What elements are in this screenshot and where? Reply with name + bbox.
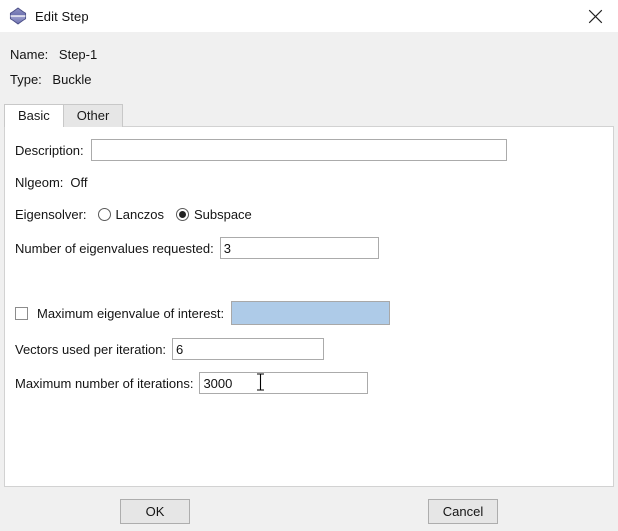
radio-subspace-icon[interactable] [175, 208, 189, 221]
nlgeom-label: Nlgeom: [15, 175, 64, 190]
radio-subspace-label: Subspace [193, 207, 252, 222]
window-title: Edit Step [35, 8, 89, 24]
tab-other[interactable]: Other [62, 104, 124, 127]
max-eigenvalue-row: Maximum eigenvalue of interest: [15, 301, 391, 325]
num-eigenvalues-row: Number of eigenvalues requested: [15, 237, 379, 259]
step-name-row: Name: Step-1 [10, 42, 610, 67]
vectors-row: Vectors used per iteration: [15, 338, 325, 360]
num-eigenvalues-input[interactable] [219, 237, 379, 259]
ok-button[interactable]: OK [120, 499, 190, 524]
vectors-input[interactable] [172, 338, 325, 360]
nlgeom-value: Off [70, 175, 88, 190]
close-icon[interactable] [572, 0, 618, 32]
description-label: Description: [15, 142, 84, 158]
eigensolver-label: Eigensolver: [15, 207, 87, 222]
tab-strip: Basic Other [4, 103, 124, 127]
step-type-value: Buckle [52, 72, 92, 87]
step-type-label: Type: [10, 72, 42, 87]
max-eigenvalue-input[interactable] [231, 301, 391, 325]
step-summary: Name: Step-1 Type: Buckle [10, 42, 610, 92]
max-eigenvalue-label: Maximum eigenvalue of interest: [37, 305, 225, 321]
max-iterations-label: Maximum number of iterations: [15, 375, 194, 391]
num-eigenvalues-label: Number of eigenvalues requested: [15, 240, 214, 256]
description-row: Description: [15, 139, 507, 161]
radio-lanczos-icon[interactable] [97, 208, 111, 221]
step-type-row: Type: Buckle [10, 67, 610, 92]
radio-lanczos-label: Lanczos [115, 207, 164, 222]
eigensolver-row: Eigensolver: Lanczos Subspace [15, 207, 252, 222]
tab-basic[interactable]: Basic [4, 104, 64, 127]
vectors-label: Vectors used per iteration: [15, 341, 167, 357]
dialog-footer: OK Cancel [0, 487, 618, 531]
step-icon [8, 6, 28, 26]
step-name-label: Name: [10, 47, 49, 62]
basic-tab-panel: Description: Nlgeom: Off Eigensolver: La… [4, 126, 614, 487]
nlgeom-row: Nlgeom: Off [15, 175, 88, 190]
max-iterations-input[interactable] [199, 372, 369, 394]
cancel-button[interactable]: Cancel [428, 499, 498, 524]
description-input[interactable] [90, 139, 507, 161]
title-bar: Edit Step [0, 0, 618, 32]
max-iterations-row: Maximum number of iterations: [15, 372, 369, 394]
step-name-value: Step-1 [58, 47, 98, 62]
eigensolver-option-lanczos[interactable]: Lanczos [97, 207, 164, 222]
max-eigenvalue-checkbox[interactable] [15, 306, 28, 320]
eigensolver-option-subspace[interactable]: Subspace [175, 207, 252, 222]
